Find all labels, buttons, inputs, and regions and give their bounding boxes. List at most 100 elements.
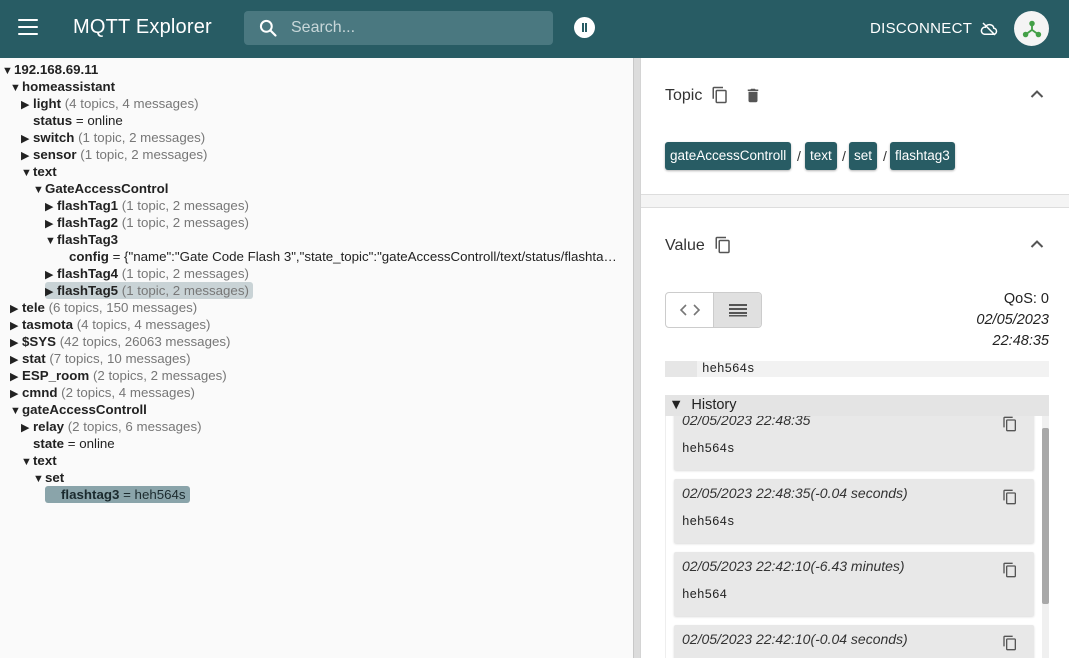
tree-node[interactable]: flashtag3 = heh564s xyxy=(45,486,190,503)
lines-icon xyxy=(728,304,747,317)
tree-node-value: = heh564s xyxy=(119,487,186,502)
history-time: 02/05/2023 22:42:10(-6.43 minutes) xyxy=(682,558,905,574)
search-icon xyxy=(259,19,277,37)
copy-icon[interactable] xyxy=(1002,635,1018,651)
tree-node-name: flashTag2 xyxy=(57,215,119,230)
tree-node[interactable]: ▶ tele (6 topics, 150 messages) xyxy=(10,299,197,316)
tree-node-name: 192.168.69.11 xyxy=(14,62,99,77)
tree-node[interactable]: ▶ sensor (1 topic, 2 messages) xyxy=(21,146,207,163)
tree-node-meta: (2 topics, 6 messages) xyxy=(64,419,202,434)
topic-chip-3[interactable]: flashtag3 xyxy=(890,142,955,170)
topic-chip-2[interactable]: set xyxy=(849,142,878,170)
copy-icon[interactable] xyxy=(1002,489,1018,505)
avatar[interactable] xyxy=(1014,11,1049,46)
details-panel: Topic gateAccessControll / text / set / … xyxy=(641,58,1069,658)
tree-node[interactable]: ▼homeassistant xyxy=(10,78,115,95)
tree-node[interactable]: ▼GateAccessControl xyxy=(33,180,168,197)
history-title: History xyxy=(691,397,737,413)
pause-icon[interactable] xyxy=(574,17,595,38)
history-time: 02/05/2023 22:42:10(-0.04 seconds) xyxy=(682,631,908,647)
tree-node[interactable]: ▶ switch (1 topic, 2 messages) xyxy=(21,129,205,146)
tree-node-name: text xyxy=(33,453,57,468)
tree-node[interactable]: ▶ stat (7 topics, 10 messages) xyxy=(10,350,191,367)
copy-icon[interactable] xyxy=(711,86,729,104)
tree-node-name: state xyxy=(33,436,65,451)
history-item[interactable]: 02/05/2023 22:42:10(-0.04 seconds) xyxy=(674,625,1034,658)
tree-node-name: gateAccessControll xyxy=(22,402,147,417)
history-value: heh564s xyxy=(682,515,735,529)
search-input[interactable] xyxy=(291,11,541,45)
tree-node[interactable]: ▶ cmnd (2 topics, 4 messages) xyxy=(10,384,195,401)
copy-icon[interactable] xyxy=(1002,562,1018,578)
divider xyxy=(641,207,1069,208)
expanded-arrow-icon[interactable]: ▼ xyxy=(45,233,57,250)
app-title: MQTT Explorer xyxy=(73,16,212,38)
tree-node[interactable]: ▼set xyxy=(33,469,64,486)
tree-node-meta: (7 topics, 10 messages) xyxy=(45,351,191,366)
tree-node-meta: (1 topic, 2 messages) xyxy=(118,215,249,230)
topic-chip-1[interactable]: text xyxy=(805,142,837,170)
disconnect-button[interactable]: DISCONNECT xyxy=(870,20,998,37)
topic-chip-0[interactable]: gateAccessControll xyxy=(665,142,792,170)
tree-node[interactable]: ▶ flashTag1 (1 topic, 2 messages) xyxy=(45,197,249,214)
tree-node-value: = {"name":"Gate Code Flash 3","state_top… xyxy=(108,249,617,264)
pane-splitter[interactable] xyxy=(633,58,641,658)
history-item[interactable]: 02/05/2023 22:48:35(-0.04 seconds) heh56… xyxy=(674,479,1034,543)
network-icon xyxy=(1022,20,1041,37)
tree-node[interactable]: ▼flashTag3 xyxy=(45,231,118,248)
expanded-arrow-icon[interactable]: ▼ xyxy=(21,165,33,182)
value-display: heh564s xyxy=(665,361,1049,377)
cloud-off-icon xyxy=(980,21,998,36)
history-scrollbar[interactable] xyxy=(1042,416,1049,658)
tree-node-name: flashtag3 xyxy=(61,487,120,502)
expanded-arrow-icon[interactable]: ▼ xyxy=(33,182,45,199)
tree-node[interactable]: ▶ light (4 topics, 4 messages) xyxy=(21,95,199,112)
expanded-arrow-icon[interactable]: ▼ xyxy=(21,454,33,471)
tree-node[interactable]: ▼192.168.69.11 xyxy=(2,61,98,78)
history-item[interactable]: 02/05/2023 22:42:10(-6.43 minutes) heh56… xyxy=(674,552,1034,616)
tree-node-name: relay xyxy=(33,419,65,434)
search-box[interactable] xyxy=(244,11,553,45)
tree-node[interactable]: ▶ flashTag4 (1 topic, 2 messages) xyxy=(45,265,249,282)
history-time: 02/05/2023 22:48:35(-0.04 seconds) xyxy=(682,485,908,501)
chevron-up-icon[interactable] xyxy=(1030,239,1044,249)
tree-node-name: text xyxy=(33,164,57,179)
tree-node-meta: (1 topic, 2 messages) xyxy=(118,266,249,281)
chevron-up-icon[interactable] xyxy=(1030,89,1044,99)
section-gap xyxy=(641,195,1069,207)
copy-icon[interactable] xyxy=(1002,416,1018,432)
topic-tree: ▼192.168.69.11 ▼homeassistant ▶ light (4 to… xyxy=(0,58,633,658)
tree-node-name: tele xyxy=(22,300,45,315)
tree-node[interactable]: ▶ tasmota (4 topics, 4 messages) xyxy=(10,316,210,333)
tree-node-name: switch xyxy=(33,130,75,145)
tree-node[interactable]: ▼text xyxy=(21,452,57,469)
tree-node-name: flashTag4 xyxy=(57,266,119,281)
expanded-arrow-icon[interactable]: ▼ xyxy=(33,471,45,488)
tree-node[interactable]: ▶ relay (2 topics, 6 messages) xyxy=(21,418,202,435)
delete-icon[interactable] xyxy=(744,86,762,105)
code-view-button[interactable] xyxy=(666,293,713,327)
code-icon xyxy=(679,304,700,316)
scrollbar-thumb[interactable] xyxy=(1042,428,1049,604)
tree-node-name: tasmota xyxy=(22,317,73,332)
tree-node-meta: (6 topics, 150 messages) xyxy=(44,300,198,315)
tree-node[interactable]: ▶ ESP_room (2 topics, 2 messages) xyxy=(10,367,227,384)
tree-node[interactable]: ▼gateAccessControll xyxy=(10,401,147,418)
menu-icon[interactable] xyxy=(18,19,38,35)
tree-node[interactable]: config = {"name":"Gate Code Flash 3","st… xyxy=(57,248,617,265)
line-gutter xyxy=(665,361,697,377)
tree-node[interactable]: ▶ flashTag5 (1 topic, 2 messages) xyxy=(45,282,253,299)
tree-node[interactable]: state = online xyxy=(21,435,115,452)
tree-node-value: = online xyxy=(64,436,115,451)
tree-node[interactable]: ▶ flashTag2 (1 topic, 2 messages) xyxy=(45,214,249,231)
tree-node[interactable]: status = online xyxy=(21,112,123,129)
tree-node-meta: (4 topics, 4 messages) xyxy=(73,317,211,332)
tree-node[interactable]: ▼text xyxy=(21,163,57,180)
history-header[interactable]: ▼ History xyxy=(665,395,1049,416)
tree-node-name: set xyxy=(45,470,65,485)
history-item[interactable]: 02/05/2023 22:48:35 heh564s xyxy=(674,416,1034,470)
tree-node-meta: (1 topic, 2 messages) xyxy=(118,198,249,213)
raw-view-button[interactable] xyxy=(713,293,761,327)
tree-node[interactable]: ▶ $SYS (42 topics, 26063 messages) xyxy=(10,333,230,350)
copy-icon[interactable] xyxy=(714,236,732,254)
